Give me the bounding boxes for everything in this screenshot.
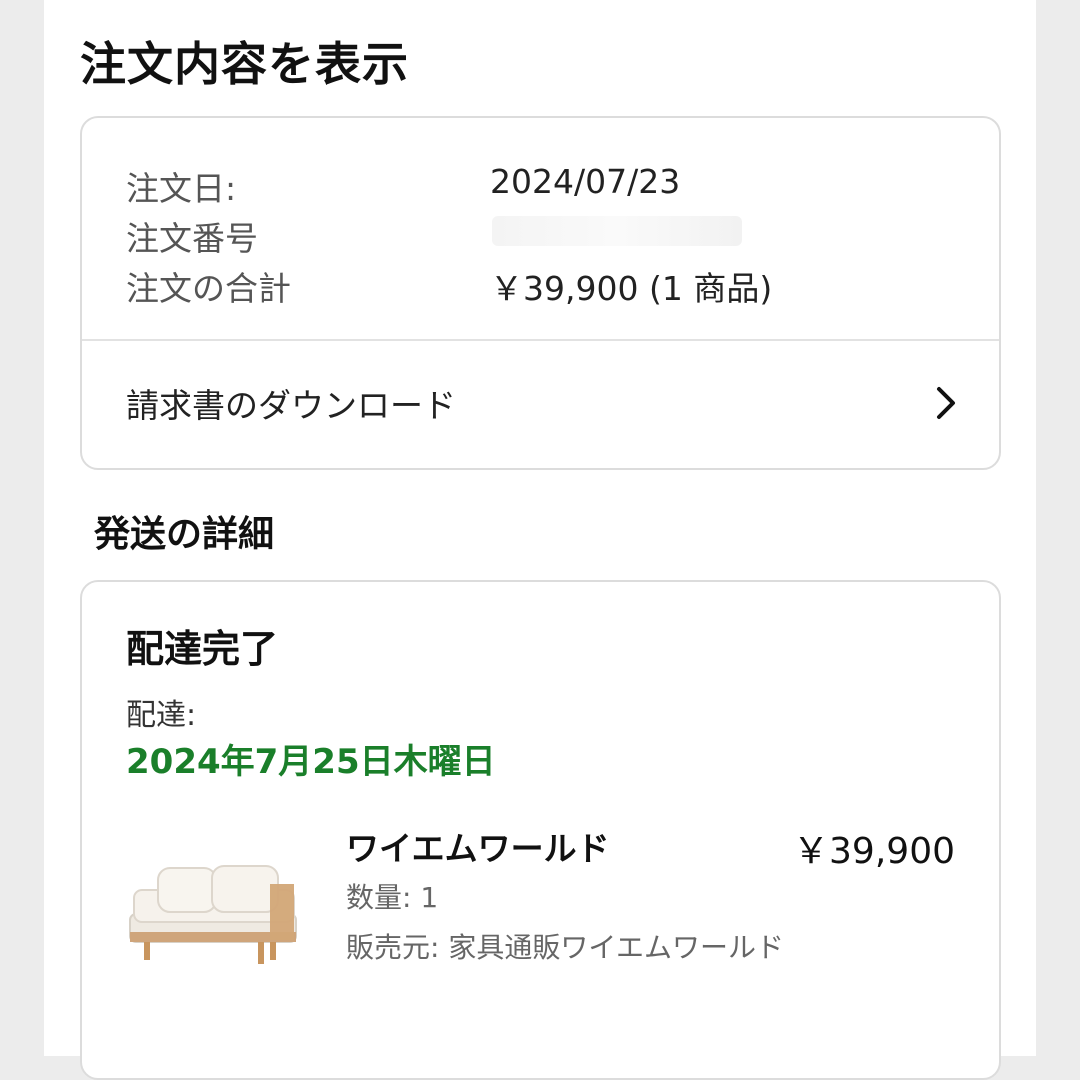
product-seller: 販売元: 家具通販ワイエムワールド [346,931,785,964]
order-details-page: 注文内容を表示 注文日: 2024/07/23 注文番号 注文の合計 ￥39,9… [44,0,1036,1080]
chevron-right-icon [937,387,955,419]
product-quantity: 数量: 1 [346,881,439,914]
delivery-date: 2024年7月25日木曜日 [126,742,496,782]
shipping-details-card: 配達完了 配達: 2024年7月25日木曜日 ワイエムワールド ￥39,900 … [80,580,1001,1080]
order-number-label: 注文番号 [126,219,258,258]
product-price: ￥39,900 [793,831,955,872]
order-total-label: 注文の合計 [126,269,291,308]
shipping-section-title: 発送の詳細 [94,514,275,555]
order-date-label: 注文日: [126,169,237,208]
delivery-status: 配達完了 [126,627,279,671]
download-invoice-label: 請求書のダウンロード [126,386,456,425]
order-total-value: ￥39,900 (1 商品) [490,269,773,308]
delivery-label: 配達: [126,698,197,733]
sofa-image[interactable] [126,850,302,970]
product-name[interactable]: ワイエムワールド [346,822,610,870]
order-summary-card: 注文日: 2024/07/23 注文番号 注文の合計 ￥39,900 (1 商品… [80,116,1001,470]
download-invoice-row[interactable]: 請求書のダウンロード [82,341,999,468]
page-title: 注文内容を表示 [80,37,409,91]
order-date-value: 2024/07/23 [490,162,681,201]
order-number-redacted [492,216,742,246]
